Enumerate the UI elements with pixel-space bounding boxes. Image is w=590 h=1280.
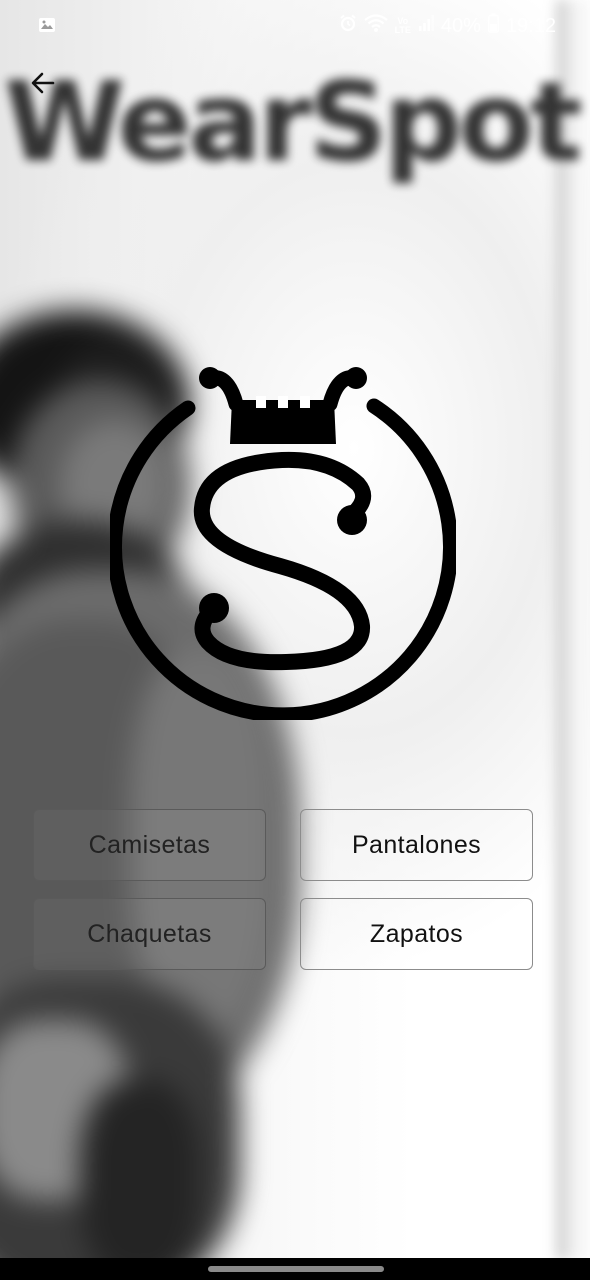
category-button-pantalones[interactable]: Pantalones: [300, 809, 533, 881]
clock: 19:12: [505, 15, 556, 37]
crowned-s-logo-icon: [107, 360, 458, 723]
background-brand-word: WearSpot: [4, 58, 583, 186]
category-label: Zapatos: [369, 919, 464, 948]
signal-icon: [418, 14, 434, 38]
volte-icon: Vo LTE: [394, 16, 411, 35]
battery-percent: 40%: [440, 15, 481, 37]
system-nav-bar: [0, 1258, 590, 1280]
category-button-zapatos[interactable]: Zapatos: [300, 898, 533, 970]
gallery-icon: [38, 17, 56, 38]
category-button-chaquetas[interactable]: Chaquetas: [33, 898, 266, 970]
category-label: Camisetas: [88, 830, 211, 859]
app-screen: WearSpot Vo LTE 40% 19:12 Camisetas Pant…: [0, 0, 590, 1280]
category-label: Chaquetas: [87, 919, 212, 948]
status-bar: Vo LTE 40% 19:12: [0, 0, 590, 52]
category-button-camisetas[interactable]: Camisetas: [33, 809, 266, 881]
arrow-back-icon: [29, 69, 57, 102]
battery-icon: [488, 13, 499, 39]
wifi-icon: [363, 13, 388, 39]
back-button[interactable]: [22, 64, 64, 106]
home-indicator[interactable]: [208, 1266, 384, 1272]
category-label: Pantalones: [351, 830, 482, 859]
alarm-icon: [339, 14, 357, 38]
